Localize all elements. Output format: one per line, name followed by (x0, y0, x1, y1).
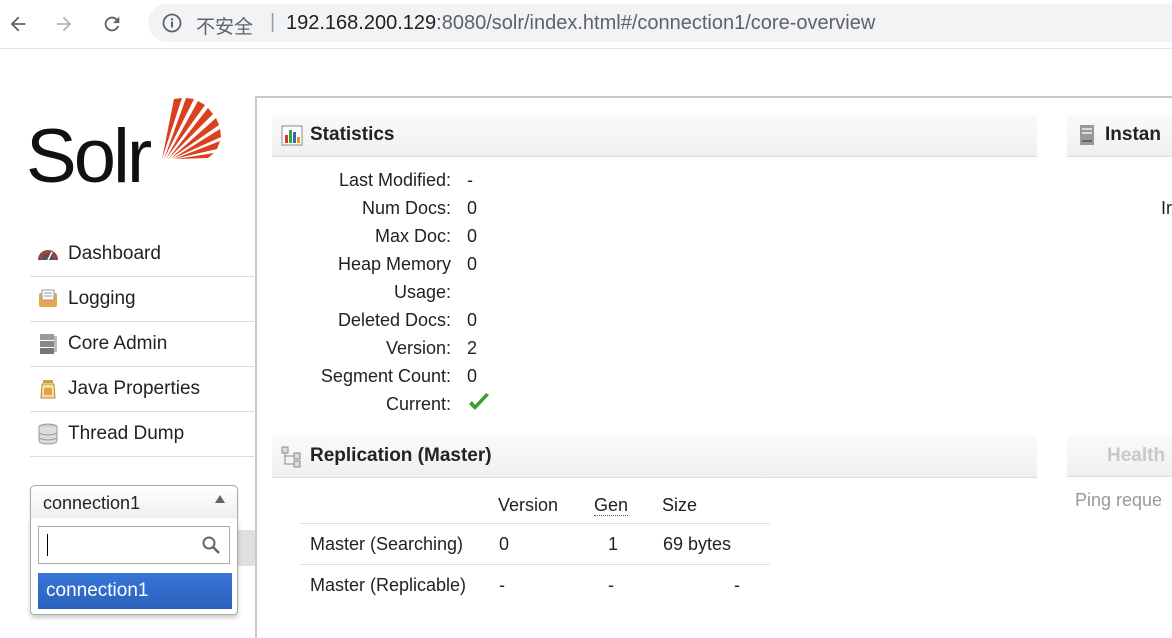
url-host: 192.168.200.129 (286, 12, 437, 34)
checkmark-icon (469, 393, 489, 410)
row-size: 69 bytes (662, 523, 770, 565)
stat-value: 0 (467, 198, 478, 218)
core-selector-value: connection1 (43, 493, 141, 513)
sidebar-item-java-properties[interactable]: Java Properties (30, 367, 254, 412)
forward-arrow-icon (56, 16, 72, 32)
ping-request-text: Ping reque (1075, 490, 1163, 510)
stat-value: 2 (467, 338, 478, 358)
sidebar-item-logging[interactable]: Logging (30, 277, 254, 322)
stat-label: Max Doc: (374, 226, 451, 246)
url-path: :8080/solr/index.html#/connection1/core-… (436, 12, 876, 34)
solr-logo[interactable]: Solr (26, 95, 226, 200)
stat-value: 0 (467, 310, 478, 330)
thread-dump-icon (38, 423, 58, 445)
row-name: Master (Replicable) (300, 564, 498, 605)
instance-header: Instan (1067, 114, 1172, 157)
stat-label: Heap Memory (337, 254, 451, 274)
stat-value: 0 (467, 254, 478, 274)
forward-button[interactable] (50, 10, 78, 38)
search-icon (202, 536, 220, 554)
sidebar-item-thread-dump[interactable]: Thread Dump (30, 412, 254, 457)
sidebar-item-dashboard[interactable]: Dashboard (30, 232, 254, 277)
stat-label: Last Modified: (338, 170, 451, 190)
statistics-header: Statistics (272, 114, 1037, 157)
table-header-gen: Gen (594, 487, 662, 524)
instance-fragment: Ir (1161, 198, 1172, 218)
core-selector[interactable]: connection1 (30, 485, 238, 521)
url-text: 192.168.200.129:8080/solr/index.html#/co… (286, 12, 875, 35)
table-header-size: Size (662, 494, 698, 515)
table-row: Master (Searching) 0 1 69 bytes (300, 523, 770, 565)
core-option-connection1[interactable]: connection1 (38, 573, 232, 609)
stat-value: - (467, 170, 473, 190)
text-caret (47, 534, 48, 556)
stat-row: Version: 2 (257, 338, 517, 366)
healthcheck-title: Health (1107, 444, 1166, 466)
stat-value: 0 (467, 366, 478, 386)
solr-sun-icon (162, 98, 221, 159)
stat-row: Deleted Docs: 0 (257, 310, 517, 338)
stat-row: Current: (257, 393, 517, 422)
stat-label: Deleted Docs: (337, 310, 451, 330)
bar-chart-icon (281, 125, 303, 146)
stat-label: Segment Count: (320, 366, 451, 386)
stat-row: Segment Count: 0 (257, 366, 517, 394)
row-size: - (662, 564, 770, 605)
core-selector-dropdown: connection1 (30, 518, 238, 615)
healthcheck-header: Health (1067, 435, 1172, 477)
stat-value: 0 (467, 226, 478, 246)
sidebar-menu: Dashboard Logging Core Admin Java Proper… (30, 232, 254, 457)
selected-core-highlight (236, 530, 256, 566)
stat-row: Last Modified: - (257, 170, 517, 198)
stat-label: Current: (385, 394, 451, 414)
reload-icon (104, 16, 120, 32)
sidebar-item-core-admin[interactable]: Core Admin (30, 322, 254, 367)
replication-title: Replication (Master) (310, 445, 492, 466)
stat-row: Usage: (257, 282, 517, 310)
instance-title: Instan (1105, 124, 1161, 145)
security-label: 不安全 (196, 16, 254, 38)
table-row: Master (Replicable) - - - (300, 564, 770, 605)
reload-button[interactable] (98, 10, 126, 38)
chevron-up-icon (215, 495, 225, 503)
core-admin-icon (40, 334, 57, 354)
info-icon[interactable] (162, 13, 182, 33)
stat-label: Num Docs: (361, 198, 451, 218)
url-separator: | (270, 11, 276, 33)
statistics-title: Statistics (310, 124, 395, 145)
stat-label: Version: (385, 338, 451, 358)
stat-row: Num Docs: 0 (257, 198, 517, 226)
table-header-version: Version (498, 494, 559, 515)
back-button[interactable] (4, 10, 32, 38)
server-icon (1080, 125, 1094, 145)
dashboard-icon (38, 250, 58, 261)
row-version: - (498, 564, 594, 605)
table-header-row: Version Gen Size (300, 487, 770, 524)
table-header-empty (300, 487, 498, 524)
replication-header: Replication (Master) (272, 435, 1037, 478)
sidebar-item-label: Java Properties (68, 378, 201, 399)
core-search-input[interactable] (38, 526, 230, 564)
sidebar-item-label: Core Admin (68, 333, 168, 354)
row-gen: 1 (594, 523, 662, 565)
sidebar-item-label: Logging (68, 288, 136, 309)
row-name: Master (Searching) (300, 523, 498, 565)
sidebar-item-label: Dashboard (68, 243, 161, 264)
row-gen: - (594, 564, 662, 605)
stat-label: Usage: (393, 282, 451, 302)
replication-table: Version Gen Size Master (Searching) 0 1 … (300, 487, 770, 605)
back-arrow-icon (10, 16, 26, 32)
address-bar[interactable]: 不安全 | 192.168.200.129:8080/solr/index.ht… (148, 4, 1172, 42)
row-version: 0 (498, 523, 594, 565)
java-properties-icon (40, 380, 56, 399)
gen-abbreviation: Gen (594, 494, 629, 516)
logo-text: Solr (26, 114, 152, 199)
logging-icon (39, 289, 57, 307)
replication-icon (281, 446, 301, 468)
stat-row: Max Doc: 0 (257, 226, 517, 254)
sidebar-item-label: Thread Dump (68, 423, 185, 444)
stat-row: Heap Memory 0 (257, 254, 517, 282)
browser-toolbar: 不安全 | 192.168.200.129:8080/solr/index.ht… (0, 0, 1172, 49)
